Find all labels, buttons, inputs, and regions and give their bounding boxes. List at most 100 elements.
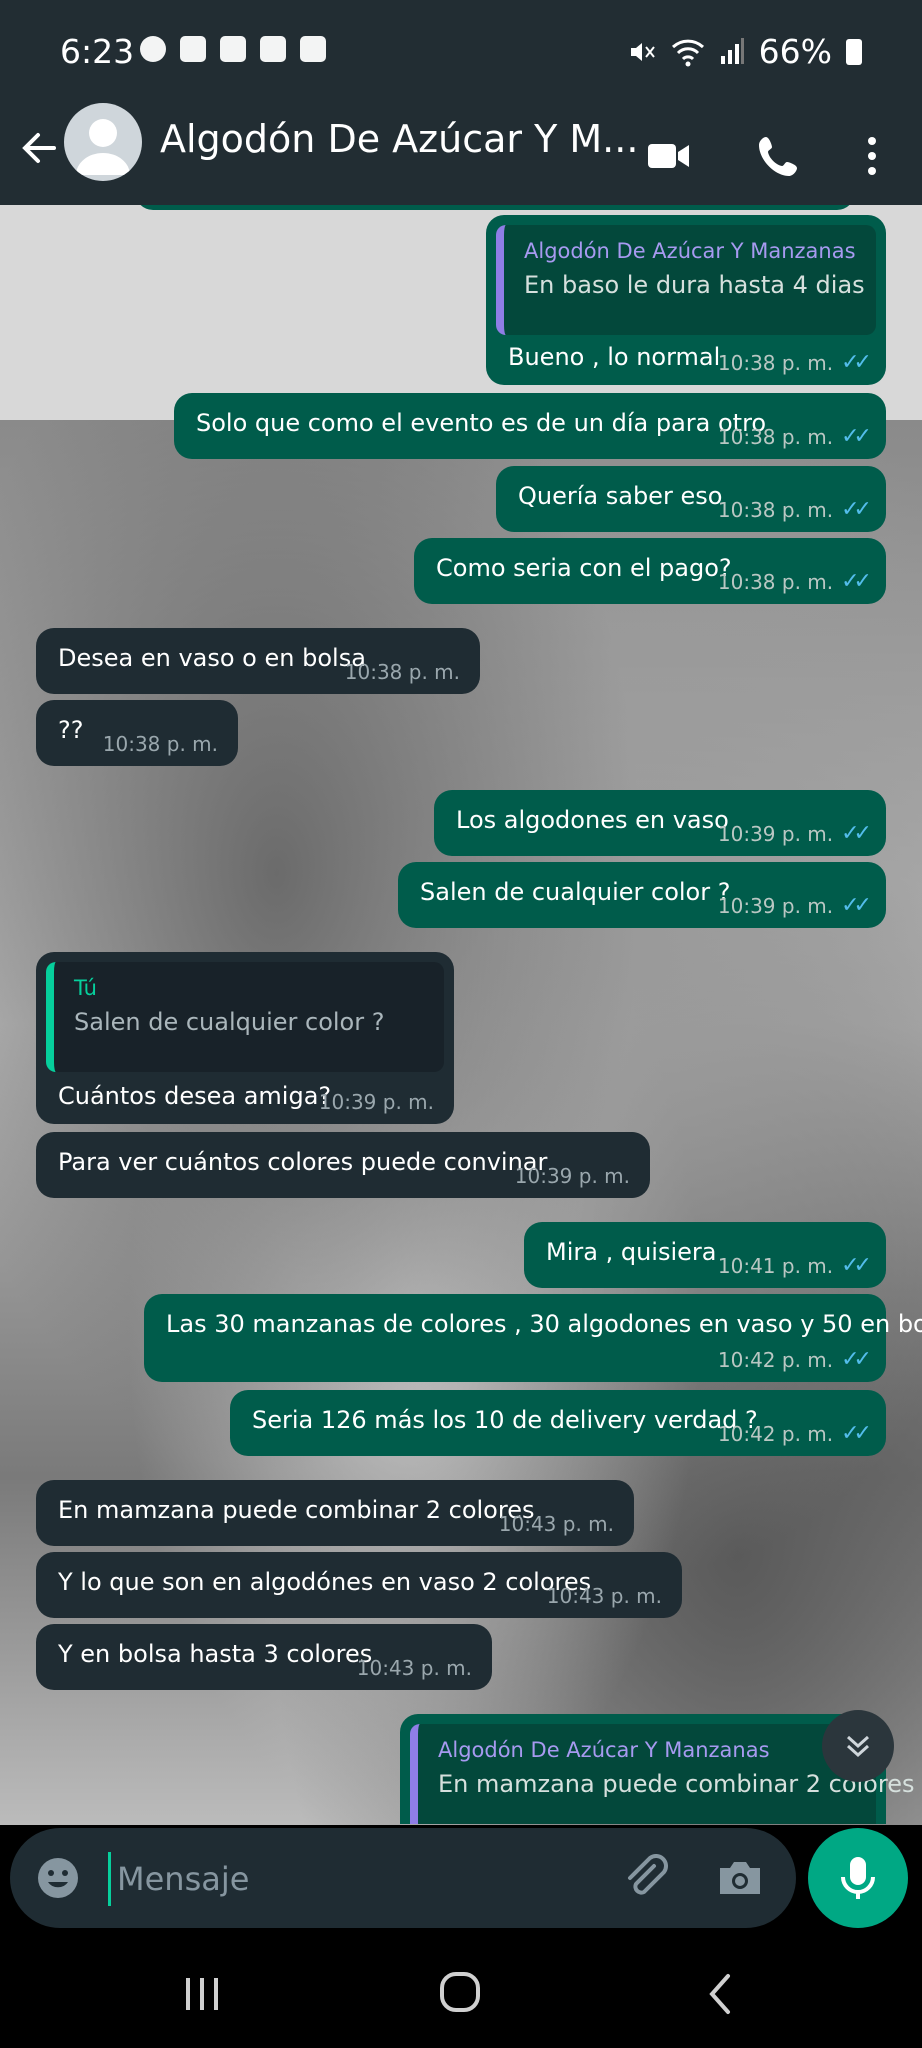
message-bubble-outgoing[interactable]: Los algodones en vaso 10:39 p. m. ✓✓ <box>434 790 886 856</box>
message-meta: 10:39 p. m. <box>319 1090 434 1114</box>
more-vert-icon[interactable] <box>852 131 902 181</box>
video-call-icon[interactable] <box>644 131 694 181</box>
message-text: En mamzana puede combinar 2 colores <box>58 1496 535 1524</box>
message-text: Y lo que son en algodónes en vaso 2 colo… <box>58 1568 592 1596</box>
back-nav-icon[interactable] <box>690 1970 750 2018</box>
status-time: 6:23 <box>60 32 135 71</box>
message-meta: 10:39 p. m. ✓✓ <box>717 821 872 846</box>
message-input[interactable] <box>108 1852 599 1906</box>
avatar[interactable] <box>64 103 142 181</box>
read-ticks-icon: ✓✓ <box>841 350 872 375</box>
message-meta: 10:43 p. m. <box>499 1512 614 1536</box>
message-bubble-incoming[interactable]: Para ver cuántos colores puede convinar … <box>36 1132 650 1198</box>
previous-message-edge <box>135 205 855 210</box>
message-text: ?? <box>58 716 84 744</box>
message-bubble-outgoing[interactable]: Seria 126 más los 10 de delivery verdad … <box>230 1390 886 1456</box>
message-composer <box>10 1828 796 1928</box>
attach-icon[interactable] <box>620 1852 672 1904</box>
quoted-message[interactable]: Algodón De Azúcar Y Manzanas En baso le … <box>496 225 876 335</box>
chat-header: Algodón De Azúcar Y M... <box>0 103 922 205</box>
system-icons: 66% <box>627 32 862 71</box>
back-arrow-icon[interactable] <box>14 123 64 173</box>
message-text: Para ver cuántos colores puede convinar <box>58 1148 548 1176</box>
recent-apps-icon[interactable] <box>172 1970 232 2018</box>
voice-record-button[interactable] <box>808 1828 908 1928</box>
message-time: 10:38 p. m. <box>344 660 460 684</box>
mic-icon <box>841 1857 875 1899</box>
message-bubble-outgoing[interactable]: Algodón De Azúcar Y Manzanas En mamzana … <box>400 1714 914 1824</box>
message-meta: 10:43 p. m. <box>547 1584 662 1608</box>
message-text: Mira , quisiera <box>546 1238 717 1266</box>
emoji-icon[interactable] <box>34 1854 82 1902</box>
message-meta: 10:43 p. m. <box>357 1656 472 1680</box>
message-bubble-outgoing[interactable]: Quería saber eso 10:38 p. m. ✓✓ <box>496 466 886 532</box>
message-text: Solo que como el evento es de un día par… <box>196 409 767 437</box>
message-bubble-incoming[interactable]: Y lo que son en algodónes en vaso 2 colo… <box>36 1552 682 1618</box>
message-bubble-outgoing[interactable]: Solo que como el evento es de un día par… <box>174 393 886 459</box>
message-bubble-incoming[interactable]: Y en bolsa hasta 3 colores 10:43 p. m. <box>36 1624 492 1690</box>
message-meta: 10:42 p. m. ✓✓ <box>717 1347 872 1372</box>
message-text: Cuántos desea amiga? <box>58 1082 332 1110</box>
message-time: 10:38 p. m. <box>717 424 834 449</box>
gallery-icon <box>300 36 326 62</box>
message-time: 10:43 p. m. <box>546 1584 662 1608</box>
message-meta: 10:38 p. m. ✓✓ <box>718 350 872 375</box>
message-bubble-incoming[interactable]: Desea en vaso o en bolsa 10:38 p. m. <box>36 628 480 694</box>
quoted-sender: Algodón De Azúcar Y Manzanas <box>524 239 856 263</box>
message-time: 10:39 p. m. <box>717 821 834 846</box>
read-ticks-icon: ✓✓ <box>841 497 872 522</box>
message-bubble-incoming[interactable]: En mamzana puede combinar 2 colores 10:4… <box>36 1480 634 1546</box>
system-nav-bar <box>0 1940 922 2048</box>
message-bubble-outgoing[interactable]: Como seria con el pago? 10:38 p. m. ✓✓ <box>414 538 886 604</box>
mute-icon <box>630 42 655 61</box>
instagram-icon <box>180 36 206 62</box>
message-bubble-incoming[interactable]: Tú Salen de cualquier color ? Cuántos de… <box>36 952 454 1124</box>
message-time: 10:43 p. m. <box>498 1512 614 1536</box>
double-chevron-down-icon <box>846 1735 870 1758</box>
message-bubble-outgoing[interactable]: Algodón De Azúcar Y Manzanas En baso le … <box>486 215 886 385</box>
notification-icons <box>140 36 326 62</box>
scroll-to-bottom-button[interactable] <box>822 1710 894 1782</box>
quoted-message[interactable]: Algodón De Azúcar Y Manzanas En mamzana … <box>410 1724 914 1824</box>
messenger-icon <box>140 36 166 62</box>
quoted-sender: Algodón De Azúcar Y Manzanas <box>438 1738 770 1762</box>
message-time: 10:42 p. m. <box>717 1421 834 1446</box>
battery-icon <box>846 38 862 65</box>
message-bubble-outgoing[interactable]: Las 30 manzanas de colores , 30 algodone… <box>144 1294 922 1382</box>
message-bubble-outgoing[interactable]: Mira , quisiera 10:41 p. m. ✓✓ <box>524 1222 886 1288</box>
message-meta: 10:38 p. m. ✓✓ <box>717 497 872 522</box>
message-meta: 10:38 p. m. ✓✓ <box>717 424 872 449</box>
read-ticks-icon: ✓✓ <box>841 569 872 594</box>
quoted-sender: Tú <box>74 976 97 1000</box>
camera-icon[interactable] <box>714 1852 766 1904</box>
checkbox-icon <box>260 36 286 62</box>
home-icon[interactable] <box>430 1970 490 2018</box>
message-meta: 10:41 p. m. ✓✓ <box>717 1253 872 1278</box>
contact-name[interactable]: Algodón De Azúcar Y M... <box>160 117 638 161</box>
message-text: Como seria con el pago? <box>436 554 732 582</box>
quoted-message[interactable]: Tú Salen de cualquier color ? <box>46 962 444 1072</box>
message-text: Desea en vaso o en bolsa <box>58 644 366 672</box>
message-meta: 10:39 p. m. <box>515 1164 630 1188</box>
message-meta: 10:38 p. m. <box>103 732 218 756</box>
message-time: 10:43 p. m. <box>356 1656 472 1680</box>
message-bubble-incoming[interactable]: ?? 10:38 p. m. <box>36 700 238 766</box>
quoted-text: En baso le dura hasta 4 dias <box>524 271 865 299</box>
read-ticks-icon: ✓✓ <box>841 893 872 918</box>
wifi-icon <box>671 39 704 66</box>
message-bubble-outgoing[interactable]: Salen de cualquier color ? 10:39 p. m. ✓✓ <box>398 862 886 928</box>
folder-icon <box>220 36 246 62</box>
message-time: 10:41 p. m. <box>717 1253 834 1278</box>
battery-percent: 66% <box>758 32 832 71</box>
message-time: 10:38 p. m. <box>717 497 834 522</box>
message-text: Salen de cualquier color ? <box>420 878 731 906</box>
message-time: 10:38 p. m. <box>102 732 218 756</box>
message-text: Los algodones en vaso <box>456 806 729 834</box>
quoted-text: Salen de cualquier color ? <box>74 1008 385 1036</box>
message-time: 10:42 p. m. <box>717 1347 834 1372</box>
message-meta: 10:38 p. m. <box>345 660 460 684</box>
phone-icon[interactable] <box>754 131 804 181</box>
read-ticks-icon: ✓✓ <box>841 1421 872 1446</box>
message-meta: 10:39 p. m. ✓✓ <box>718 893 872 918</box>
status-bar: 6:23 66% <box>0 0 922 105</box>
